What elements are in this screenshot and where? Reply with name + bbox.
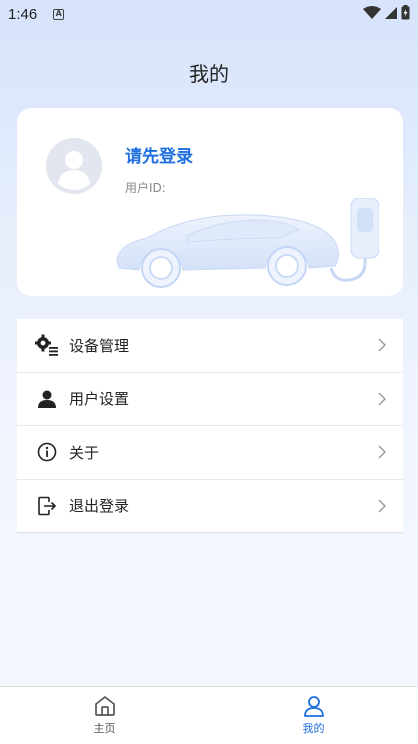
gears-list-icon bbox=[35, 333, 59, 357]
profile-card[interactable]: 请先登录 用户ID: bbox=[17, 108, 403, 296]
person-outline-icon bbox=[303, 696, 324, 717]
default-avatar-icon bbox=[46, 138, 102, 194]
status-time: 1:46 bbox=[8, 5, 38, 23]
home-icon bbox=[94, 696, 115, 716]
tab-label: 我的 bbox=[302, 722, 325, 735]
person-icon bbox=[35, 387, 59, 411]
tab-label: 主页 bbox=[93, 722, 116, 735]
tab-home[interactable]: 主页 bbox=[0, 687, 209, 744]
logout-icon bbox=[35, 494, 59, 518]
avatar[interactable] bbox=[46, 138, 102, 194]
chevron-right-icon bbox=[378, 338, 386, 352]
menu-item-about[interactable]: 关于 bbox=[17, 426, 403, 480]
menu-item-label: 设备管理 bbox=[69, 336, 130, 355]
battery-icon bbox=[401, 5, 410, 20]
settings-menu: 设备管理 用户设置 关于 退出登录 bbox=[17, 319, 403, 533]
menu-item-device-management[interactable]: 设备管理 bbox=[17, 319, 403, 373]
menu-item-logout[interactable]: 退出登录 bbox=[17, 480, 403, 533]
notification-icon: A bbox=[53, 8, 65, 20]
wifi-icon bbox=[363, 5, 381, 19]
chevron-right-icon bbox=[378, 392, 386, 406]
bottom-tab-bar: 主页 我的 bbox=[0, 686, 418, 744]
chevron-right-icon bbox=[378, 445, 386, 459]
car-illustration bbox=[116, 198, 379, 288]
status-bar: 1:46 A bbox=[0, 0, 418, 28]
info-icon bbox=[35, 440, 59, 464]
menu-item-user-settings[interactable]: 用户设置 bbox=[17, 373, 403, 426]
page-title: 我的 bbox=[189, 62, 229, 86]
chevron-right-icon bbox=[378, 499, 386, 513]
menu-item-label: 关于 bbox=[69, 443, 100, 462]
signal-icon bbox=[385, 6, 397, 19]
login-prompt[interactable]: 请先登录 bbox=[125, 142, 193, 167]
user-id-label: 用户ID: bbox=[125, 181, 166, 195]
tab-mine[interactable]: 我的 bbox=[209, 687, 418, 744]
menu-item-label: 退出登录 bbox=[69, 497, 130, 516]
status-icons bbox=[363, 5, 410, 20]
menu-item-label: 用户设置 bbox=[69, 390, 130, 409]
